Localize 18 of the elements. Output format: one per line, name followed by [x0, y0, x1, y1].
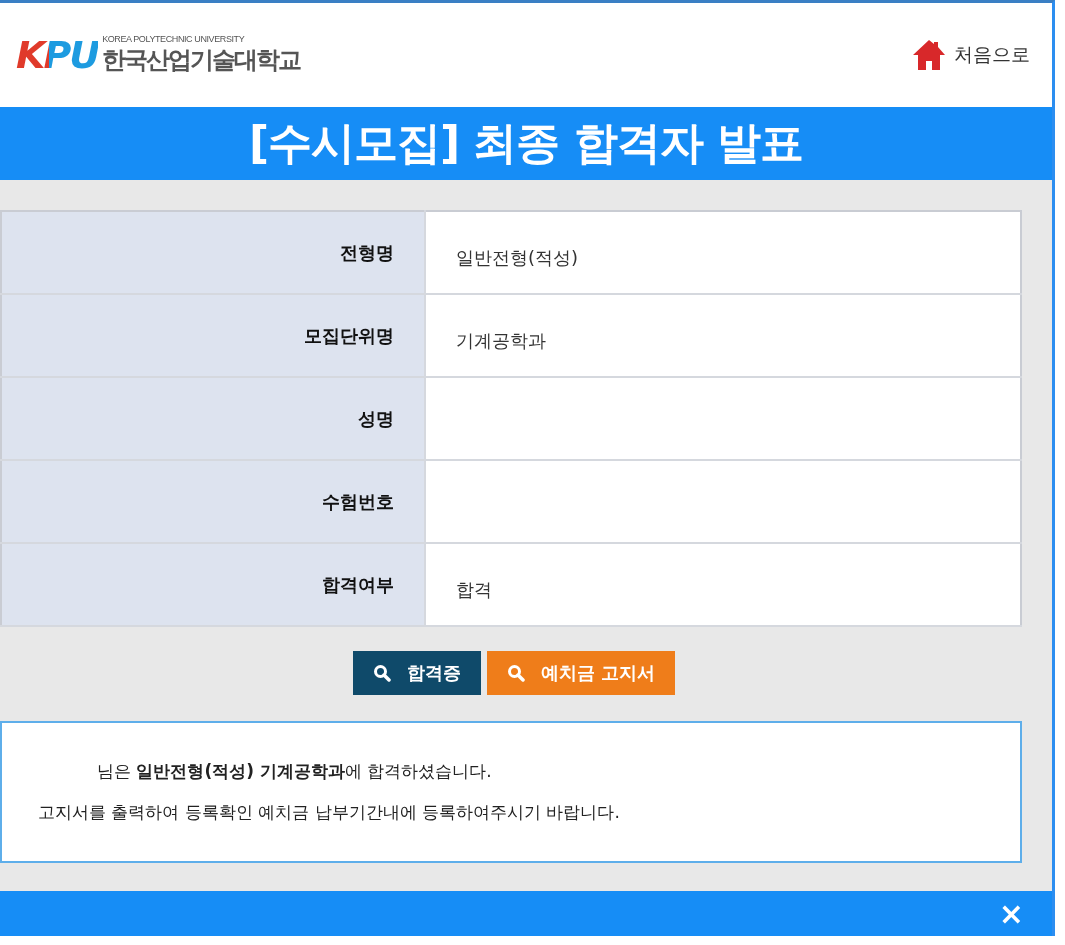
message-text: 님은 일반전형(적성) 기계공학과에 합격하셨습니다.: [96, 760, 493, 784]
logo-subtitle: KOREA POLYTECHNIC UNIVERSITY: [102, 34, 246, 45]
field-value: 일반전형(적성): [425, 211, 1021, 295]
certificate-button[interactable]: 합격증: [352, 651, 481, 696]
search-icon: [372, 664, 391, 683]
field-label: 합격여부: [1, 543, 425, 627]
field-value: 합격: [425, 543, 1021, 627]
home-link[interactable]: 처음으로: [912, 39, 1030, 72]
page-title: [수시모집] 최종 합격자 발표: [248, 116, 804, 171]
search-icon: [506, 664, 525, 683]
field-label: 모집단위명: [1, 294, 425, 378]
field-value: 기계공학과: [425, 294, 1021, 378]
logo-name: 한국산업기술대학교: [102, 45, 301, 77]
field-label: 성명: [1, 377, 425, 461]
field-label: 수험번호: [1, 460, 425, 544]
home-icon: [912, 39, 946, 72]
message-text: 고지서를 출력하여 등록확인 예치금 납부기간내에 등록하여주시기 바랍니다.: [37, 801, 621, 825]
field-label: 전형명: [1, 211, 425, 295]
